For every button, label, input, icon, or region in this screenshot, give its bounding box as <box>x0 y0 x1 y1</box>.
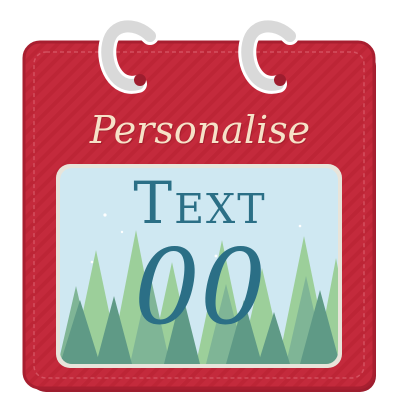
heading-personalise: Personalise <box>89 108 311 152</box>
calendar-badge: Personalise Text 00 <box>0 0 400 400</box>
scene-number-text: 00 <box>133 226 267 348</box>
